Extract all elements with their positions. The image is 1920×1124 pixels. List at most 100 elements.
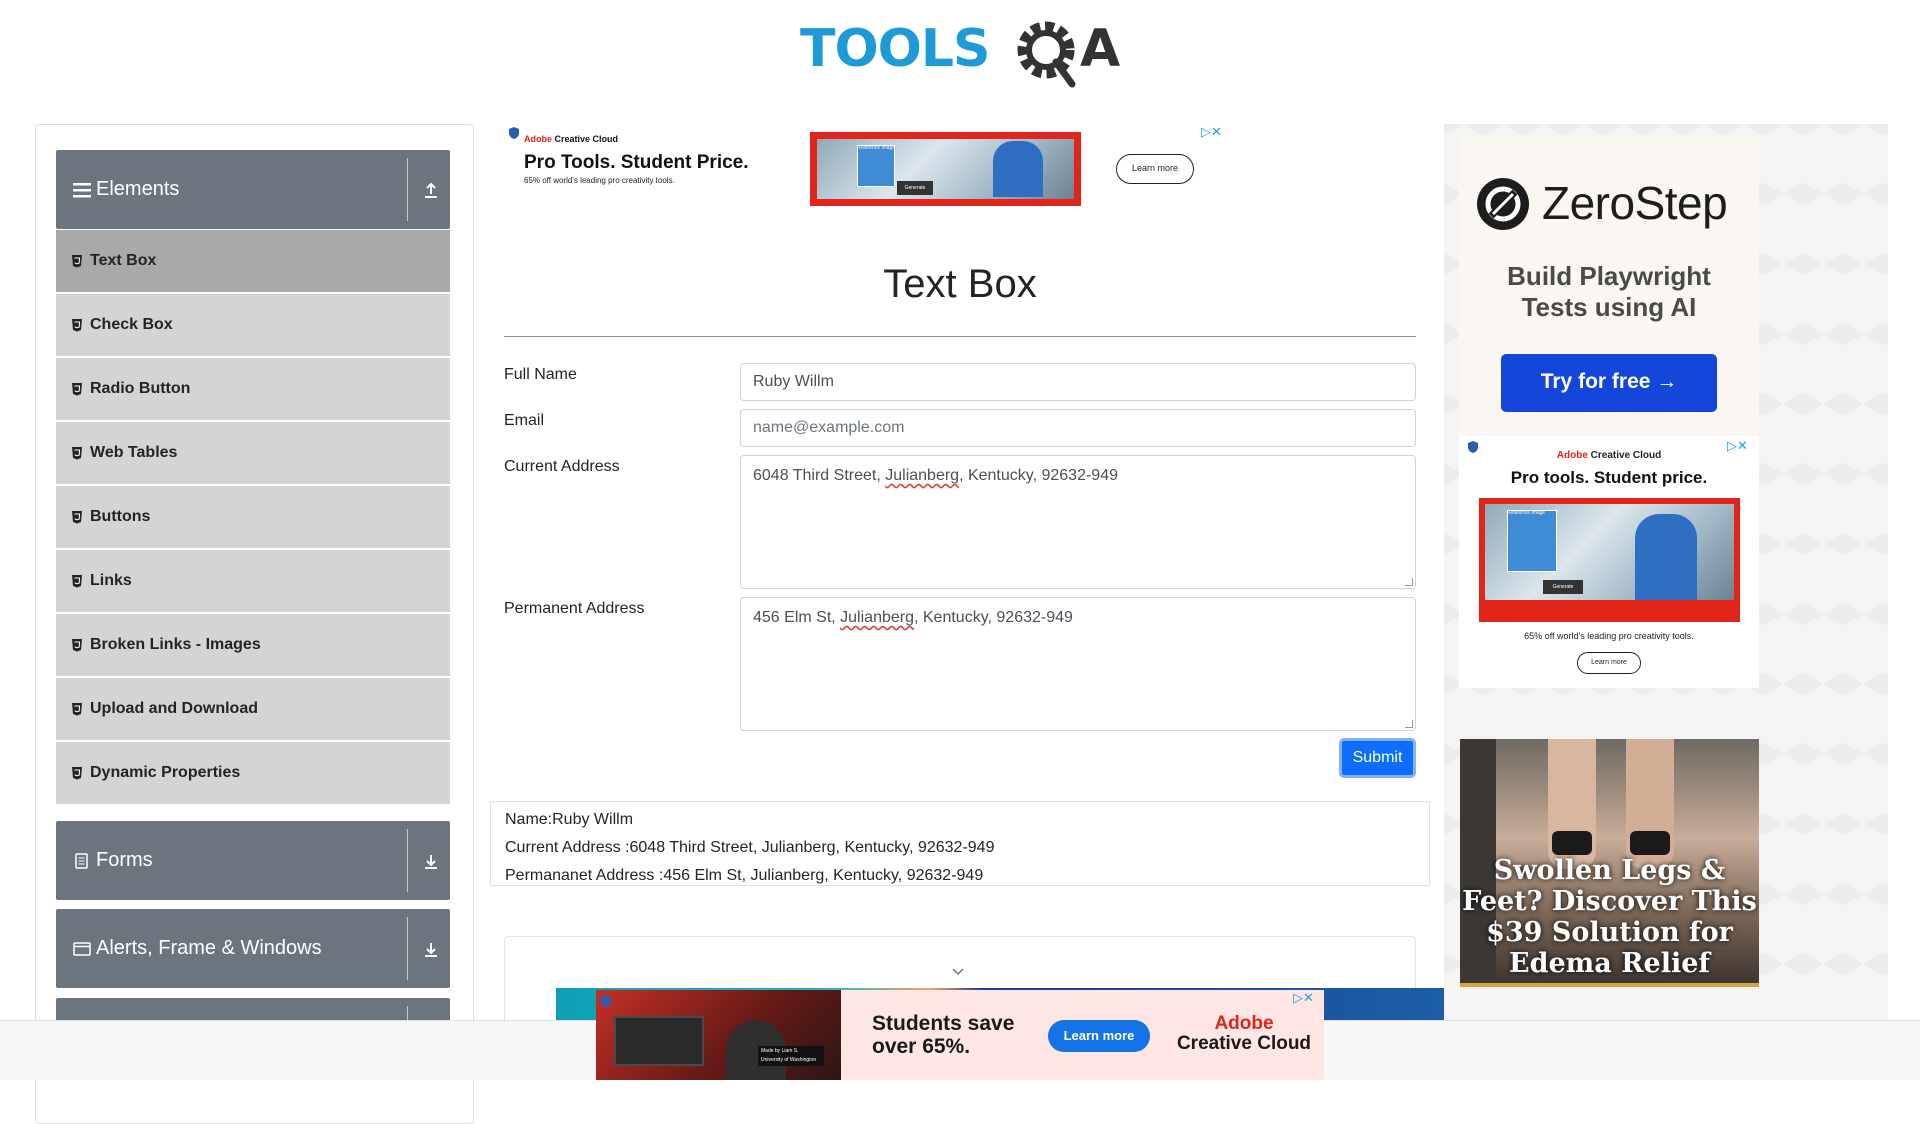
current-address-textarea[interactable]: 6048 Third Street, Julianberg, Kentucky,…: [740, 455, 1416, 589]
permanent-address-label: Permanent Address: [504, 600, 645, 617]
ad-learn-more-button[interactable]: Learn more: [1116, 154, 1194, 184]
form-icon: [75, 852, 88, 869]
submit-button[interactable]: Submit: [1339, 738, 1416, 778]
sidebar-item-links[interactable]: Links: [56, 550, 450, 612]
sidebar-item-buttons[interactable]: Buttons: [56, 486, 450, 548]
adchoices-icon[interactable]: ▷✕: [1293, 990, 1314, 1006]
group-header-divider: [407, 917, 408, 980]
html5-icon: [72, 767, 82, 780]
adobe-side-ad[interactable]: ▷✕ Adobe Creative Cloud Pro tools. Stude…: [1459, 436, 1759, 688]
group-header-forms[interactable]: Forms: [56, 821, 450, 900]
ad-bottom-stripe: [1460, 983, 1759, 987]
logo-text-a: A: [1080, 19, 1120, 79]
edema-ad[interactable]: Swollen Legs & Feet? Discover This $39 S…: [1460, 739, 1759, 987]
sidebar-item-label: Buttons: [90, 508, 151, 525]
group-header-elements[interactable]: Elements: [56, 150, 450, 229]
sidebar-item-label: Broken Links - Images: [90, 636, 261, 653]
sidebar-item-check-box[interactable]: Check Box: [56, 294, 450, 356]
ad-image-label: Reference image: [857, 145, 896, 151]
group-label-alerts: Alerts, Frame & Windows: [96, 937, 322, 959]
ad-learn-more-button[interactable]: Learn more: [1577, 652, 1641, 674]
ad-generate-chip: Generate: [897, 181, 933, 195]
ad-title: Pro Tools. Student Price.: [524, 152, 749, 173]
ad-image-thumb: [857, 145, 895, 187]
sidebar-item-label: Radio Button: [90, 380, 191, 397]
html5-icon: [72, 575, 82, 588]
sidebar-item-dynamic-properties[interactable]: Dynamic Properties: [56, 742, 450, 804]
output-panel: Name:Ruby Willm Current Address :6048 Th…: [490, 801, 1430, 886]
adobe-banner-ad[interactable]: Adobe Creative Cloud Pro Tools. Student …: [504, 124, 1232, 214]
zerostep-tagline-1: Build Playwright: [1507, 261, 1711, 291]
ad-person-figure: [993, 141, 1043, 197]
zerostep-ad[interactable]: ZeroStep Build Playwright Tests using AI…: [1459, 136, 1759, 436]
ad-subtitle: 65% off world's leading pro creativity t…: [524, 176, 675, 185]
ad-brand: Adobe Creative Cloud: [1176, 1013, 1312, 1054]
edema-ad-text: Swollen Legs & Feet? Discover This $39 S…: [1462, 855, 1757, 979]
ad-brand: Adobe Creative Cloud: [1556, 450, 1662, 461]
ad-subtitle: 65% off world's leading pro creativity t…: [1524, 631, 1694, 641]
ad-device-strap: [1630, 831, 1670, 855]
full-name-input[interactable]: Ruby Willm: [740, 363, 1416, 401]
sidebar-item-upload-download[interactable]: Upload and Download: [56, 678, 450, 740]
ad-image: Reference image Generate: [1479, 498, 1740, 622]
sidebar-item-text-box[interactable]: Text Box: [56, 230, 450, 292]
group-header-alerts[interactable]: Alerts, Frame & Windows: [56, 909, 450, 988]
expand-arrow-icon[interactable]: [420, 938, 442, 960]
html5-icon: [72, 383, 82, 396]
adchoices-icon[interactable]: ▷✕: [1201, 124, 1222, 140]
resize-handle-icon[interactable]: [1405, 720, 1413, 728]
ad-image-thumb: [1507, 510, 1557, 572]
page-title: Text Box: [883, 262, 1037, 306]
sidebar-item-label: Web Tables: [90, 444, 178, 461]
sidebar-item-label: Links: [90, 572, 132, 589]
output-permanent-address: Permananet Address :456 Elm St, Julianbe…: [505, 867, 984, 884]
ad-shield-icon: [601, 995, 611, 1007]
ad-shield-icon: [509, 127, 519, 139]
group-header-divider: [407, 829, 408, 892]
toolsqa-logo[interactable]: TOOLS A: [800, 14, 1124, 90]
ad-learn-more-button[interactable]: Learn more: [1048, 1020, 1150, 1052]
ad-headline: Students save over 65%.: [872, 1012, 1015, 1058]
logo-text-tools: TOOLS: [800, 19, 989, 79]
html5-icon: [72, 639, 82, 652]
group-label-elements: Elements: [96, 178, 180, 200]
ad-title: Pro tools. Student price.: [1510, 468, 1708, 487]
ad-image: Reference image Generate: [810, 132, 1081, 206]
sidebar-item-broken-links[interactable]: Broken Links - Images: [56, 614, 450, 676]
email-placeholder: name@example.com: [753, 419, 905, 436]
left-navigation-panel: Elements Text Box Check Box Radio Button…: [35, 124, 474, 1124]
chevron-down-icon[interactable]: [950, 966, 966, 978]
ad-device-strap: [1552, 831, 1592, 855]
ad-brand: Adobe Creative Cloud: [524, 134, 619, 144]
output-current-address: Current Address :6048 Third Street, Juli…: [505, 839, 995, 856]
email-input[interactable]: name@example.com: [740, 409, 1416, 447]
sidebar-item-label: Dynamic Properties: [90, 764, 241, 781]
adobe-bottom-ad[interactable]: Made by Liam S. University of Washington…: [596, 990, 1324, 1080]
html5-icon: [72, 447, 82, 460]
zerostep-try-button[interactable]: Try for free →: [1501, 354, 1717, 412]
resize-handle-icon[interactable]: [1405, 578, 1413, 586]
logo-gear-icon: [1017, 21, 1076, 88]
sidebar-item-web-tables[interactable]: Web Tables: [56, 422, 450, 484]
zerostep-logo-icon: [1477, 178, 1529, 230]
ad-photo-caption: Made by Liam S. University of Washington: [758, 1046, 824, 1066]
permanent-address-textarea[interactable]: 456 Elm St, Julianberg, Kentucky, 92632-…: [740, 597, 1416, 731]
sidebar-item-label: Upload and Download: [90, 700, 258, 717]
group-header-divider: [407, 158, 408, 221]
ad-photo-scene: Made by Liam S. University of Washington: [596, 990, 841, 1080]
email-label: Email: [504, 412, 545, 429]
expand-arrow-icon[interactable]: [420, 850, 442, 872]
zerostep-tagline-2: Tests using AI: [1521, 292, 1697, 322]
ad-laptop-screen: [614, 1016, 704, 1066]
html5-icon: [72, 319, 82, 332]
collapse-arrow-icon[interactable]: [420, 179, 442, 201]
sidebar-item-label: Text Box: [90, 252, 157, 269]
ad-person-figure: [1635, 514, 1697, 600]
sidebar-item-radio-button[interactable]: Radio Button: [56, 358, 450, 420]
output-name: Name:Ruby Willm: [505, 811, 634, 828]
current-address-label: Current Address: [504, 458, 620, 475]
group-label-forms: Forms: [96, 849, 153, 871]
html5-icon: [72, 511, 82, 524]
title-divider: [504, 336, 1416, 337]
html5-icon: [72, 703, 82, 716]
